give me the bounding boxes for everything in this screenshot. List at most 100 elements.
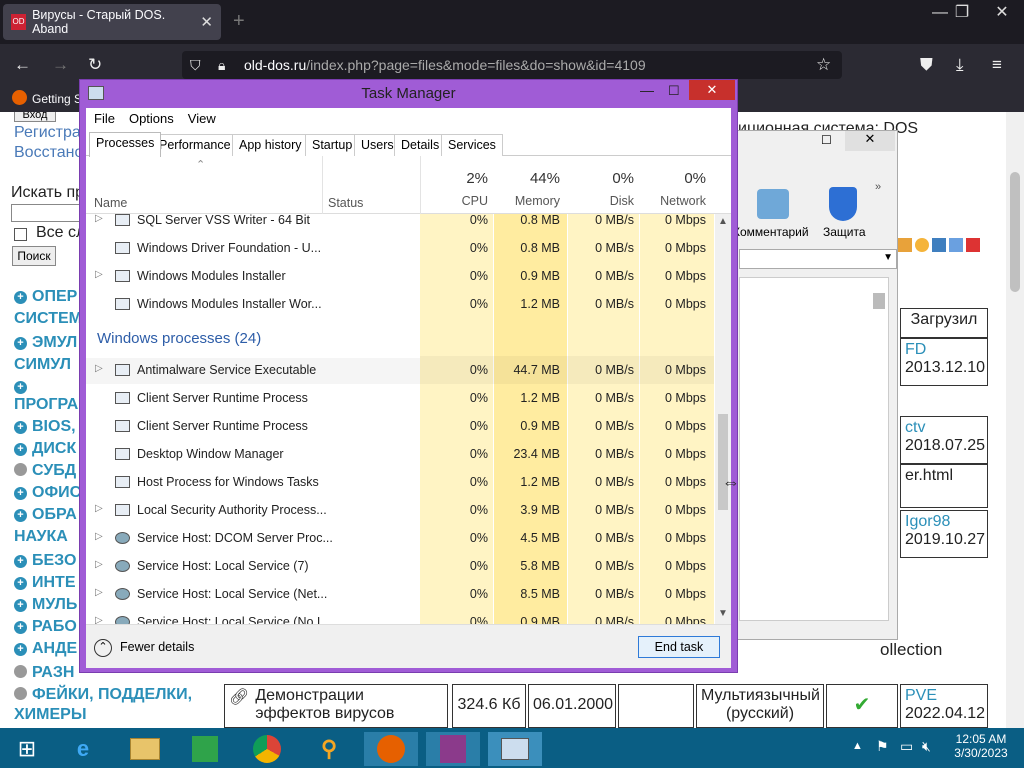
shield-protect-icon[interactable]	[829, 187, 857, 221]
expand-plus-icon[interactable]: +	[14, 291, 27, 304]
process-row[interactable]: ▷ Antimalware Service Executable 0% 44.7 MB…	[86, 356, 714, 384]
tab-app-history[interactable]: App history	[232, 134, 309, 156]
login-button[interactable]: Вход	[14, 112, 56, 122]
expand-arrow-icon[interactable]: ▷	[95, 559, 103, 570]
chevron-up-icon[interactable]: ▲	[852, 740, 863, 752]
expand-arrow-icon[interactable]: ▷	[95, 269, 103, 280]
memory-total[interactable]: 44%	[494, 170, 560, 187]
reload-icon[interactable]: ↻	[88, 55, 102, 75]
expand-plus-icon[interactable]: +	[14, 337, 27, 350]
menu-icon[interactable]: ≡	[992, 55, 1002, 75]
uploader-link[interactable]: PVE	[905, 687, 983, 705]
store-icon[interactable]	[178, 732, 232, 766]
process-row[interactable]: Client Server Runtime Process 0% 0.9 MB 0 M…	[86, 412, 714, 440]
col-name[interactable]: Name	[94, 196, 127, 210]
process-row[interactable]: ▷ Local Security Authority Process... 0% 3.…	[86, 496, 714, 524]
expand-plus-icon[interactable]: +	[14, 381, 27, 394]
back-icon[interactable]: ←	[14, 55, 31, 75]
end-task-button[interactable]: End task	[638, 636, 720, 658]
page-scrollbar[interactable]	[1006, 112, 1024, 728]
expand-plus-icon[interactable]: +	[14, 487, 27, 500]
bookmark-getting-started[interactable]: Getting S	[32, 92, 82, 106]
category-menu-item[interactable]: ПРОГРА	[14, 396, 78, 414]
category-menu-item[interactable]: + ОФИС	[14, 484, 81, 502]
expand-plus-icon[interactable]: +	[14, 621, 27, 634]
mail-icon[interactable]	[915, 238, 929, 252]
expand-plus-icon[interactable]: +	[14, 577, 27, 590]
col-network[interactable]: Network	[640, 194, 706, 208]
network-icon[interactable]: ▭	[900, 738, 913, 755]
network-total[interactable]: 0%	[640, 170, 706, 187]
tab-startup[interactable]: Startup	[305, 134, 360, 156]
comment-icon[interactable]	[757, 189, 789, 219]
expand-arrow-icon[interactable]: ▷	[95, 531, 103, 542]
new-tab-icon[interactable]: +	[233, 10, 245, 33]
category-menu-item[interactable]: РАЗН	[14, 664, 74, 682]
category-menu-item[interactable]: + ДИСК	[14, 440, 76, 458]
process-row[interactable]: Windows Modules Installer Wor... 0% 1.2 MB…	[86, 290, 714, 318]
tm-maximize-icon[interactable]: ☐	[668, 83, 680, 99]
col-disk[interactable]: Disk	[568, 194, 634, 208]
close-tab-icon[interactable]: ✕	[200, 13, 213, 31]
disk-total[interactable]: 0%	[568, 170, 634, 187]
expand-arrow-icon[interactable]: ▷	[95, 214, 103, 224]
chrome-icon[interactable]	[240, 732, 294, 766]
chevron-right-icon[interactable]: »	[875, 181, 881, 193]
bg-close-icon[interactable]: ✕	[845, 131, 895, 151]
group-windows-processes[interactable]: Windows processes (24)	[97, 330, 261, 347]
category-menu-item[interactable]: ФЕЙКИ, ПОДДЕЛКИ,	[14, 686, 192, 704]
expand-plus-icon[interactable]: +	[14, 509, 27, 522]
internet-explorer-icon[interactable]: e	[56, 732, 110, 766]
col-status[interactable]: Status	[328, 196, 363, 210]
category-menu-item[interactable]: + МУЛЬ	[14, 596, 77, 614]
expand-plus-icon[interactable]: +	[14, 555, 27, 568]
expand-arrow-icon[interactable]: ▷	[95, 503, 103, 514]
tm-minimize-icon[interactable]: —	[640, 82, 654, 98]
menu-file[interactable]: File	[94, 108, 115, 130]
category-menu-item[interactable]: + БЕЗО	[14, 552, 76, 570]
search-button[interactable]: Поиск	[12, 246, 56, 266]
category-menu-item[interactable]: +	[14, 378, 32, 396]
restore-window-icon[interactable]: ❐	[942, 2, 982, 22]
process-row[interactable]: Client Server Runtime Process 0% 1.2 MB 0 M…	[86, 384, 714, 412]
clock[interactable]: 12:05 AM 3/30/2023	[950, 732, 1012, 760]
file-link-fragment[interactable]: er.html	[905, 467, 983, 485]
category-menu-item[interactable]: + ОПЕР	[14, 288, 77, 306]
category-menu-item[interactable]: НАУКА	[14, 528, 68, 546]
process-row[interactable]: Windows Driver Foundation - U... 0% 0.8 MB…	[86, 234, 714, 262]
category-menu-item[interactable]: + ИНТЕ	[14, 574, 76, 592]
process-row[interactable]: ▷ Service Host: Local Service (No I... 0% 0…	[86, 608, 714, 624]
col-cpu[interactable]: CPU	[420, 194, 488, 208]
lock-icon[interactable]: 🔒︎	[218, 51, 225, 79]
expand-arrow-icon[interactable]: ▷	[95, 615, 103, 624]
process-row[interactable]: ▷ Service Host: Local Service (7) 0% 5.8 MB…	[86, 552, 714, 580]
scroll-down-icon[interactable]: ▼	[718, 608, 728, 619]
comment-label[interactable]: Комментарий	[733, 225, 809, 239]
scrollbar-thumb[interactable]	[718, 414, 728, 510]
expand-plus-icon[interactable]: +	[14, 443, 27, 456]
expand-plus-icon[interactable]: +	[14, 421, 27, 434]
category-menu-item[interactable]: + ЭМУЛ	[14, 334, 77, 352]
tab-details[interactable]: Details	[394, 134, 447, 156]
category-menu-item[interactable]: + ОБРА	[14, 506, 77, 524]
restore-link[interactable]: Восстано	[14, 144, 83, 162]
category-menu-item[interactable]: СУБД	[14, 462, 76, 480]
search-input[interactable]	[11, 204, 81, 222]
uploader-link[interactable]: Igor98	[905, 513, 983, 531]
tab-performance[interactable]: Performance	[152, 134, 238, 156]
process-row[interactable]: ▷ Windows Modules Installer 0% 0.9 MB 0 MB/s…	[86, 262, 714, 290]
fewer-details-link[interactable]: Fewer details	[120, 640, 194, 654]
process-row[interactable]: ▷ Service Host: Local Service (Net... 0% 8.…	[86, 580, 714, 608]
bg-dropdown[interactable]: ▼	[739, 249, 897, 269]
search-icon[interactable]: ⚲	[302, 732, 356, 766]
process-row[interactable]: Host Process for Windows Tasks 0% 1.2 MB 0 …	[86, 468, 714, 496]
scroll-up-icon[interactable]: ▲	[718, 216, 728, 227]
action-center-flag-icon[interactable]: ⚑	[876, 738, 889, 755]
bg-maximize-icon[interactable]: ☐	[821, 133, 832, 147]
category-menu-item[interactable]: СИСТЕМ	[14, 310, 82, 328]
category-menu-item[interactable]: + АНДЕ	[14, 640, 77, 658]
tab-services[interactable]: Services	[441, 134, 503, 156]
uploader-link[interactable]: ctv	[905, 419, 983, 437]
tab-processes[interactable]: Processes	[89, 132, 162, 157]
task-manager-taskbar-icon[interactable]	[488, 732, 542, 766]
